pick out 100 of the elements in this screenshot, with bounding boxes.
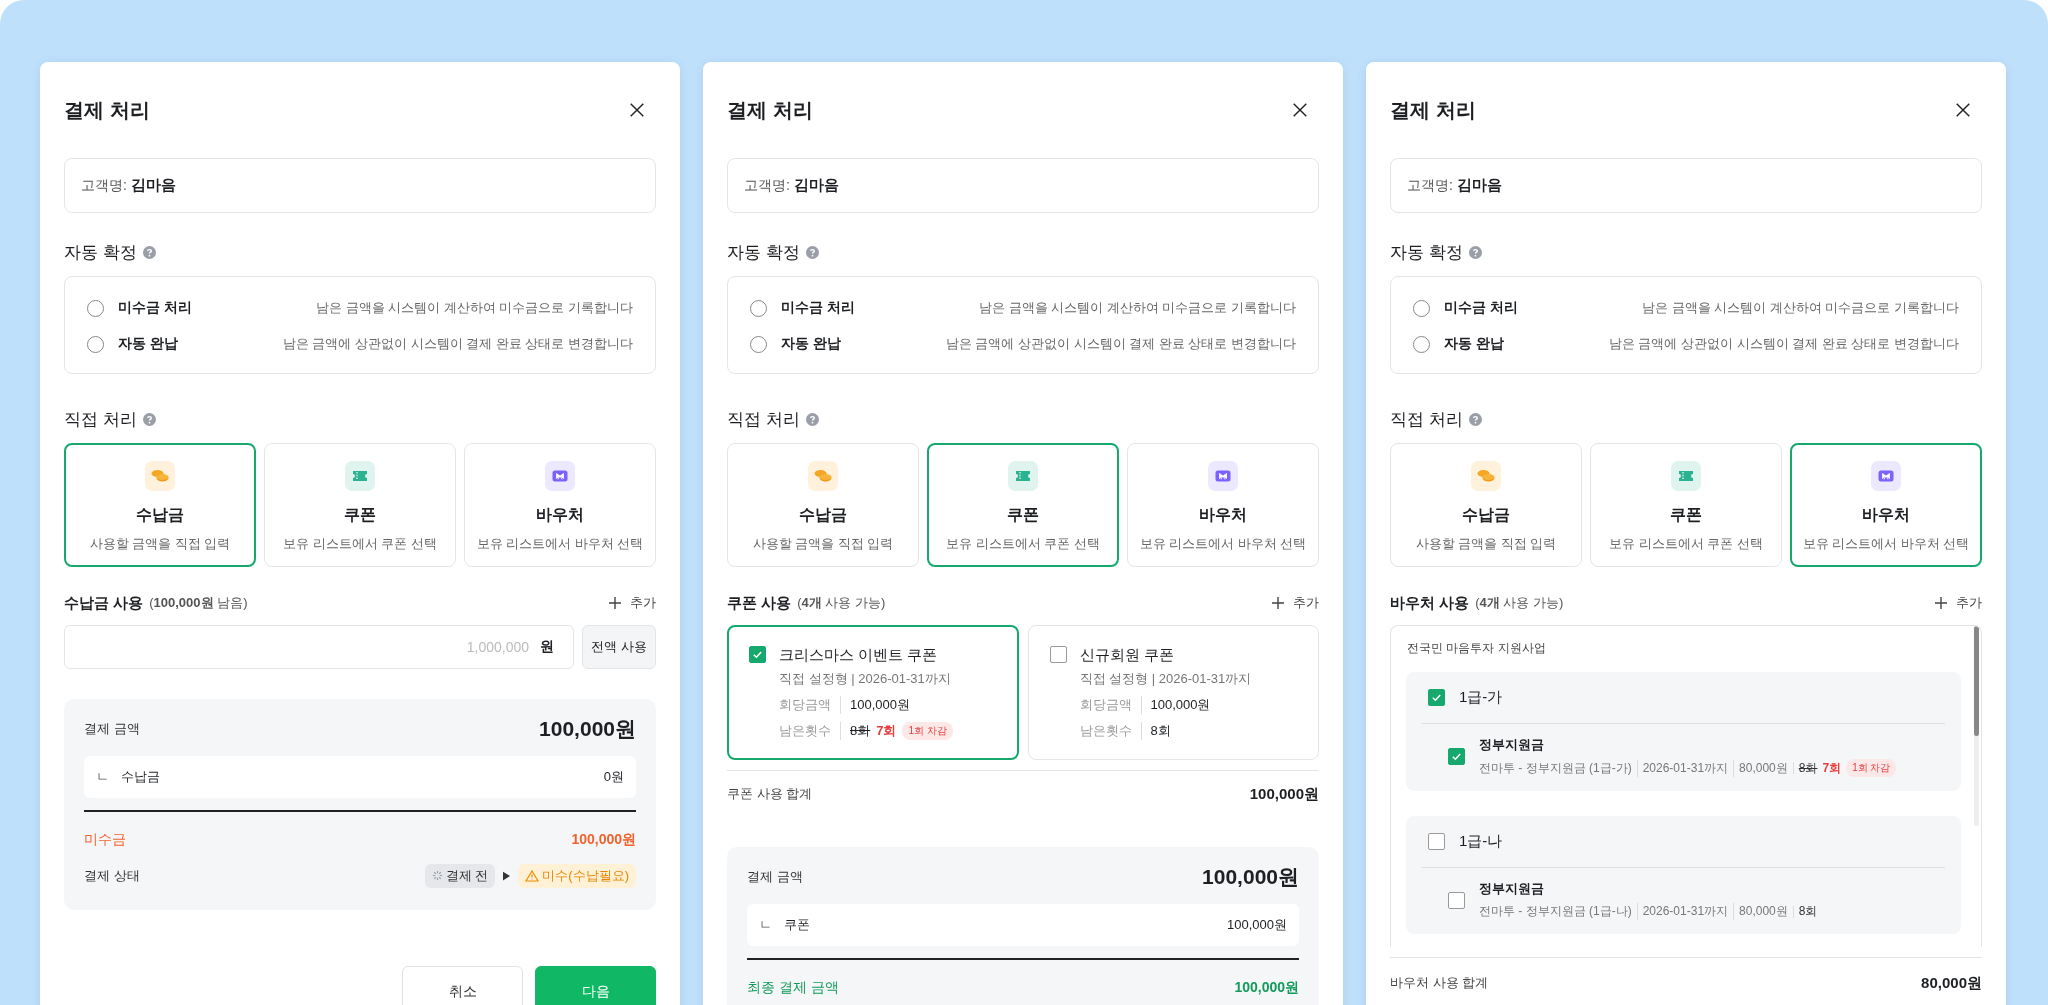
voucher-expiry: 2026-01-31까지 xyxy=(1636,759,1729,777)
ticket-icon xyxy=(345,461,375,491)
coupon-card[interactable]: 크리스마스 이벤트 쿠폰 직접 설정형 | 2026-01-31까지 회당금액 100,000원 남은횟수 8회 7회 1회 차감 xyxy=(727,625,1019,760)
help-icon xyxy=(1468,245,1482,259)
total-label: 쿠폰 사용 합계 xyxy=(727,785,813,803)
usage-title: 쿠폰 사용 xyxy=(727,593,792,613)
remaining-count: 8회 xyxy=(1798,903,1818,920)
coupon-meta: 직접 설정형 | 2026-01-31까지 xyxy=(1079,670,1252,688)
status-badge: 미수(수납필요) xyxy=(518,863,636,888)
total-label: 바우처 사용 합계 xyxy=(1390,974,1489,992)
field-value: 100,000원 xyxy=(850,696,910,714)
remaining-count: 7회 xyxy=(1822,759,1842,777)
method-description: 보유 리스트에서 쿠폰 선택 xyxy=(1609,535,1763,553)
customer-label: 고객명: xyxy=(744,176,790,195)
plus-icon xyxy=(1934,596,1948,610)
result-value: 100,000원 xyxy=(1234,978,1299,997)
option-label: 미수금 처리 xyxy=(118,299,192,317)
method-description: 보유 리스트에서 바우처 선택 xyxy=(1139,535,1307,553)
checkbox[interactable] xyxy=(1448,891,1465,909)
customer-name: 김마음 xyxy=(793,176,839,195)
scrollbar[interactable] xyxy=(1974,626,1979,826)
usage-note: (100,000원 남음) xyxy=(149,594,248,612)
option-label: 자동 완납 xyxy=(781,335,841,353)
option-description: 남은 금액에 상관없이 시스템이 결제 완료 상태로 변경합니다 xyxy=(1608,335,1959,353)
checkbox[interactable] xyxy=(1448,748,1465,765)
checkbox[interactable] xyxy=(1049,646,1067,663)
summary-label: 결제 금액 xyxy=(84,719,140,738)
close-icon[interactable] xyxy=(1291,101,1309,119)
add-button[interactable]: 추가 xyxy=(608,594,656,612)
group-name: 1급-나 xyxy=(1459,832,1503,851)
old-count: 8회 xyxy=(1798,759,1818,777)
indent-mark: ㄴ xyxy=(96,768,109,786)
checkbox[interactable] xyxy=(1428,689,1445,706)
method-card[interactable]: 수납금 사용할 금액을 직접 입력 xyxy=(727,443,919,567)
option-description: 남은 금액을 시스템이 계산하여 미수금으로 기록합니다 xyxy=(978,299,1296,317)
group-name: 1급-가 xyxy=(1459,688,1503,707)
close-icon[interactable] xyxy=(1954,101,1972,119)
dialog-title: 결제 처리 xyxy=(64,97,150,123)
customer-name: 김마음 xyxy=(130,176,176,195)
usage-note: (4개 사용 가능) xyxy=(797,594,886,612)
help-icon xyxy=(142,412,156,426)
coins-icon xyxy=(145,461,175,491)
result-label: 최종 결제 금액 xyxy=(747,978,839,997)
total-value: 80,000원 xyxy=(1921,973,1982,993)
method-description: 보유 리스트에서 쿠폰 선택 xyxy=(946,535,1100,553)
method-description: 사용할 금액을 직접 입력 xyxy=(752,535,894,553)
old-count: 8회 xyxy=(850,722,871,740)
remaining-count: 8회 xyxy=(1150,722,1171,740)
customer-label: 고객명: xyxy=(1407,176,1453,195)
coupon-name: 크리스마스 이벤트 쿠폰 xyxy=(779,646,939,664)
voucher-name: 정부지원금 xyxy=(1479,736,1545,754)
full-amount-button[interactable]: 전액 사용 xyxy=(582,625,656,669)
close-icon[interactable] xyxy=(628,101,646,119)
help-icon xyxy=(805,245,819,259)
method-title: 쿠폰 xyxy=(344,505,376,525)
checkbox[interactable] xyxy=(1428,833,1445,850)
section-title: 직접 처리 xyxy=(64,408,137,431)
method-card[interactable]: 쿠폰 보유 리스트에서 쿠폰 선택 xyxy=(264,443,456,567)
method-title: 쿠폰 xyxy=(1670,505,1702,525)
option-description: 남은 금액을 시스템이 계산하여 미수금으로 기록합니다 xyxy=(1641,299,1959,317)
method-description: 보유 리스트에서 바우처 선택 xyxy=(1802,535,1970,553)
coupon-meta: 직접 설정형 | 2026-01-31까지 xyxy=(779,670,952,688)
help-icon xyxy=(805,412,819,426)
method-description: 보유 리스트에서 쿠폰 선택 xyxy=(283,535,437,553)
method-card[interactable]: 쿠폰 보유 리스트에서 쿠폰 선택 xyxy=(927,443,1119,567)
help-icon xyxy=(1468,412,1482,426)
breakdown-value: 0원 xyxy=(603,768,624,786)
plus-icon xyxy=(1271,596,1285,610)
add-button[interactable]: 추가 xyxy=(1934,594,1982,612)
cancel-button[interactable]: 취소 xyxy=(402,965,523,1005)
coins-icon xyxy=(808,461,838,491)
summary-label: 결제 금액 xyxy=(747,867,803,886)
checkbox[interactable] xyxy=(749,646,766,663)
ticket-icon xyxy=(1671,461,1701,491)
breakdown-value: 100,000원 xyxy=(1227,916,1287,934)
method-card[interactable]: 바우처 보유 리스트에서 바우처 선택 xyxy=(1127,443,1319,567)
coupon-card[interactable]: 신규회원 쿠폰 직접 설정형 | 2026-01-31까지 회당금액 100,000원 남은횟수 8회 xyxy=(1027,625,1319,760)
remaining-count: 7회 xyxy=(876,722,897,740)
method-card[interactable]: 쿠폰 보유 리스트에서 쿠폰 선택 xyxy=(1590,443,1782,567)
section-title: 직접 처리 xyxy=(727,408,800,431)
method-card[interactable]: 바우처 보유 리스트에서 바우처 선택 xyxy=(464,443,656,567)
unit-label: 원 xyxy=(540,638,554,656)
method-card[interactable]: 수납금 사용할 금액을 직접 입력 xyxy=(1390,443,1582,567)
method-card[interactable]: 수납금 사용할 금액을 직접 입력 xyxy=(64,443,256,567)
method-title: 수납금 xyxy=(136,505,184,525)
dialog-title: 결제 처리 xyxy=(727,97,813,123)
summary-total: 100,000원 xyxy=(1202,863,1299,890)
method-title: 바우처 xyxy=(1862,505,1910,525)
summary-total: 100,000원 xyxy=(539,715,636,742)
section-title: 자동 확정 xyxy=(1390,241,1463,264)
section-title: 자동 확정 xyxy=(64,241,137,264)
field-value: 100,000원 xyxy=(1150,696,1211,714)
add-button[interactable]: 추가 xyxy=(1271,594,1319,612)
program-title: 전국민 마음투자 지원사업 xyxy=(1407,640,1547,657)
voucher-amount: 80,000원 xyxy=(1733,903,1788,920)
usage-title: 수납금 사용 xyxy=(64,593,144,613)
method-card[interactable]: 바우처 보유 리스트에서 바우처 선택 xyxy=(1790,443,1982,567)
customer-label: 고객명: xyxy=(81,176,127,195)
help-icon xyxy=(142,245,156,259)
deduction-badge: 1회 차감 xyxy=(1846,759,1897,777)
